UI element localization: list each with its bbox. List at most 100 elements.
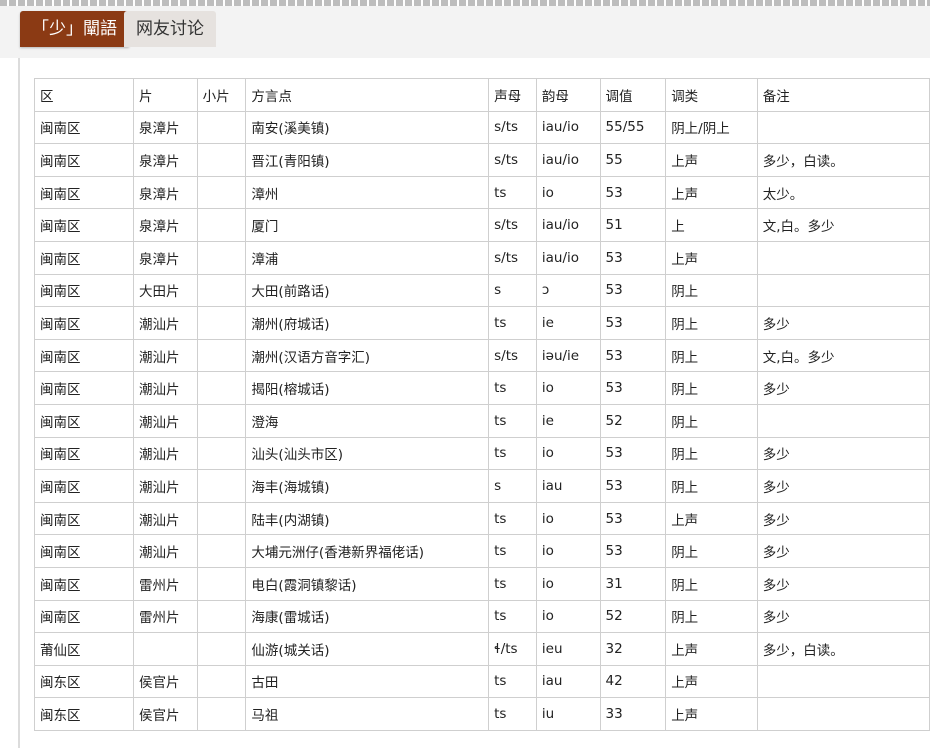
table-row: 闽南区 潮汕片 海丰(海城镇) s iau 53 阴上 多少 bbox=[34, 469, 930, 503]
cell-initial: ts bbox=[488, 664, 537, 699]
cell-final: iau bbox=[535, 664, 601, 699]
cell-tone-class: 上声 bbox=[665, 175, 758, 210]
cell-final: iau/io bbox=[535, 143, 601, 177]
cell-initial: ts bbox=[488, 436, 537, 471]
cell-notes: 多少，白读。 bbox=[756, 143, 930, 177]
cell-tone-class: 上声 bbox=[665, 632, 758, 666]
tab-discussion[interactable]: 网友讨论 bbox=[124, 11, 216, 47]
cell-initial: ts bbox=[488, 566, 537, 601]
header-cell-location: 方言点 bbox=[245, 78, 490, 112]
header-cell-region: 区 bbox=[34, 78, 134, 112]
cell-final: iəu/ie bbox=[535, 338, 601, 373]
cell-piece: 潮汕片 bbox=[132, 469, 198, 503]
cell-piece: 雷州片 bbox=[132, 566, 198, 601]
cell-tone-class: 上声 bbox=[665, 240, 758, 275]
cell-region: 闽南区 bbox=[34, 599, 134, 634]
cell-tone-class: 上 bbox=[665, 208, 758, 242]
cell-subpiece bbox=[196, 371, 247, 405]
cell-initial: ts bbox=[488, 599, 537, 634]
cell-final: iau bbox=[535, 469, 601, 503]
cell-tone-class: 阴上 bbox=[665, 403, 758, 438]
table-row: 闽南区 潮汕片 潮州(府城话) ts ie 53 阴上 多少 bbox=[34, 306, 930, 340]
tab-dialect-reading[interactable]: 「少」闡語 bbox=[20, 11, 129, 47]
cell-location: 陆丰(内湖镇) bbox=[245, 501, 490, 536]
cell-tone-class: 阴上 bbox=[665, 436, 758, 471]
cell-location: 大田(前路话) bbox=[245, 273, 490, 308]
cell-region: 闽南区 bbox=[34, 143, 134, 177]
cell-initial: ɬ/ts bbox=[488, 632, 537, 666]
table-row: 闽东区 侯官片 古田 ts iau 42 上声 bbox=[34, 664, 930, 699]
cell-region: 闽南区 bbox=[34, 371, 134, 405]
cell-piece: 潮汕片 bbox=[132, 436, 198, 471]
cell-piece: 泉漳片 bbox=[132, 240, 198, 275]
cell-location: 电白(霞洞镇黎话) bbox=[245, 566, 490, 601]
cell-piece: 潮汕片 bbox=[132, 501, 198, 536]
cell-tone-class: 阴上 bbox=[665, 566, 758, 601]
table-row: 闽南区 潮汕片 汕头(汕头市区) ts io 53 阴上 多少 bbox=[34, 436, 930, 471]
cell-final: io bbox=[535, 175, 601, 210]
cell-initial: ts bbox=[488, 534, 537, 568]
cell-final: iau/io bbox=[535, 208, 601, 242]
cell-region: 闽南区 bbox=[34, 208, 134, 242]
cell-region: 闽南区 bbox=[34, 436, 134, 471]
cell-subpiece bbox=[196, 306, 247, 340]
cell-notes bbox=[756, 403, 930, 438]
cell-notes: 文,白。多少 bbox=[756, 338, 930, 373]
header-cell-tone-class: 调类 bbox=[665, 78, 758, 112]
cell-tone-value: 53 bbox=[599, 469, 667, 503]
cell-notes bbox=[756, 240, 930, 275]
cell-location: 潮州(府城话) bbox=[245, 306, 490, 340]
cell-region: 闽南区 bbox=[34, 469, 134, 503]
tab-bar: 「少」闡語 网友讨论 bbox=[0, 6, 930, 58]
cell-tone-class: 阴上 bbox=[665, 534, 758, 568]
cell-tone-value: 53 bbox=[599, 436, 667, 471]
cell-final: iau/io bbox=[535, 110, 601, 145]
cell-notes: 多少 bbox=[756, 436, 930, 471]
cell-final: iu bbox=[535, 697, 601, 731]
cell-tone-value: 52 bbox=[599, 403, 667, 438]
cell-tone-class: 阴上 bbox=[665, 273, 758, 308]
cell-subpiece bbox=[196, 501, 247, 536]
cell-piece: 潮汕片 bbox=[132, 306, 198, 340]
cell-initial: ts bbox=[488, 403, 537, 438]
cell-subpiece bbox=[196, 566, 247, 601]
cell-piece: 侯官片 bbox=[132, 697, 198, 731]
table-row: 闽南区 雷州片 海康(雷城话) ts io 52 阴上 多少 bbox=[34, 599, 930, 634]
cell-subpiece bbox=[196, 208, 247, 242]
cell-initial: ts bbox=[488, 306, 537, 340]
cell-tone-value: 33 bbox=[599, 697, 667, 731]
cell-piece: 侯官片 bbox=[132, 664, 198, 699]
cell-initial: s/ts bbox=[488, 208, 537, 242]
cell-tone-class: 阴上/阴上 bbox=[665, 110, 758, 145]
cell-subpiece bbox=[196, 403, 247, 438]
cell-location: 厦门 bbox=[245, 208, 490, 242]
cell-initial: s/ts bbox=[488, 240, 537, 275]
cell-piece: 潮汕片 bbox=[132, 403, 198, 438]
cell-final: io bbox=[535, 566, 601, 601]
cell-subpiece bbox=[196, 469, 247, 503]
table-row: 闽南区 潮汕片 澄海 ts ie 52 阴上 bbox=[34, 403, 930, 438]
cell-subpiece bbox=[196, 534, 247, 568]
cell-piece: 泉漳片 bbox=[132, 110, 198, 145]
table-row: 闽南区 大田片 大田(前路话) s ɔ 53 阴上 bbox=[34, 273, 930, 308]
cell-location: 南安(溪美镇) bbox=[245, 110, 490, 145]
cell-piece bbox=[132, 632, 198, 666]
table-row: 闽南区 雷州片 电白(霞洞镇黎话) ts io 31 阴上 多少 bbox=[34, 566, 930, 601]
cell-piece: 潮汕片 bbox=[132, 338, 198, 373]
cell-tone-class: 阴上 bbox=[665, 371, 758, 405]
cell-region: 闽南区 bbox=[34, 501, 134, 536]
cell-initial: ts bbox=[488, 697, 537, 731]
header-cell-piece: 片 bbox=[132, 78, 198, 112]
cell-subpiece bbox=[196, 338, 247, 373]
cell-location: 大埔元洲仔(香港新界福佬话) bbox=[245, 534, 490, 568]
cell-region: 闽南区 bbox=[34, 306, 134, 340]
cell-final: io bbox=[535, 501, 601, 536]
cell-location: 古田 bbox=[245, 664, 490, 699]
table-row: 闽南区 潮汕片 大埔元洲仔(香港新界福佬话) ts io 53 阴上 多少 bbox=[34, 534, 930, 568]
cell-tone-class: 上声 bbox=[665, 143, 758, 177]
cell-location: 海康(雷城话) bbox=[245, 599, 490, 634]
cell-piece: 雷州片 bbox=[132, 599, 198, 634]
cell-notes bbox=[756, 664, 930, 699]
cell-final: io bbox=[535, 371, 601, 405]
cell-piece: 潮汕片 bbox=[132, 371, 198, 405]
